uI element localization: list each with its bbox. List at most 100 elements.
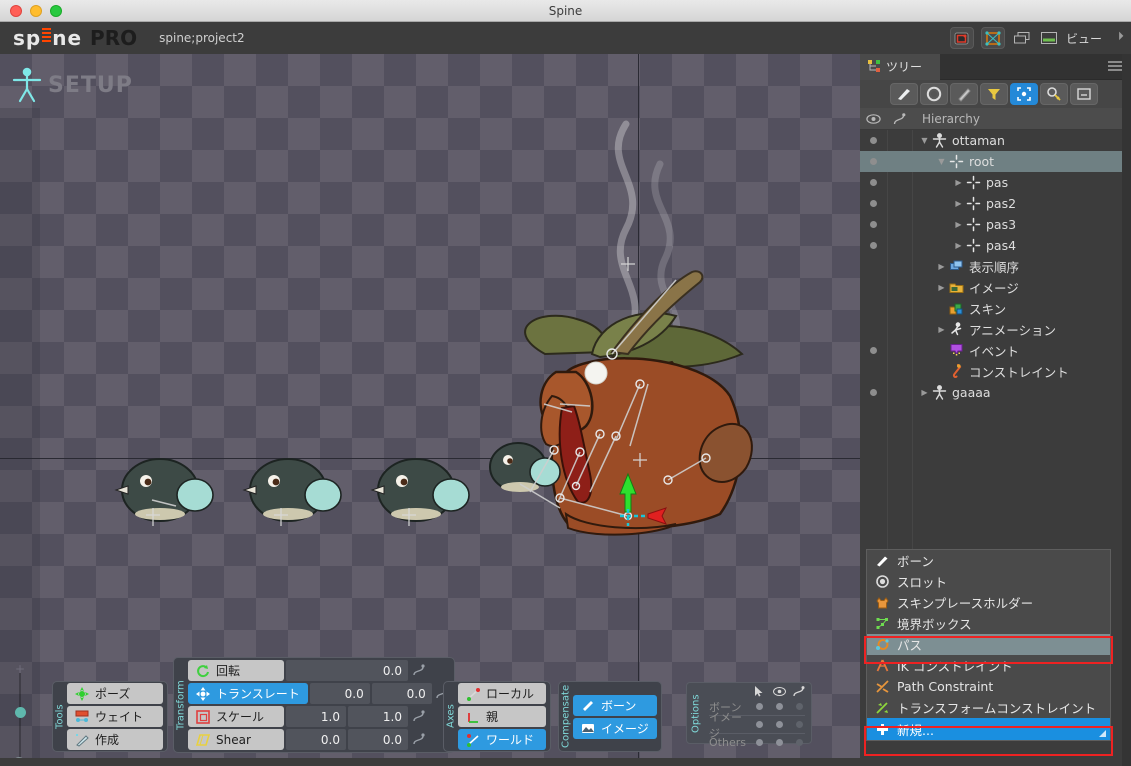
view-menu-label[interactable]: ビュー xyxy=(1066,30,1102,47)
axes-parent-button[interactable]: 親 xyxy=(458,706,546,727)
options-others-visible-dot[interactable] xyxy=(769,739,789,746)
tree-row-pas[interactable]: ▶ pas xyxy=(860,172,1131,193)
translate-button[interactable]: トランスレート xyxy=(188,683,308,704)
tree-row-ottaman[interactable]: ▼ ottaman xyxy=(860,130,1131,151)
tree-row-visibility-toggle[interactable] xyxy=(860,137,887,144)
menu-item-skin-placeholder[interactable]: スキンプレースホルダー xyxy=(867,592,1110,613)
chevron-right-icon[interactable]: ▶ xyxy=(935,283,948,292)
panel-toggle-button[interactable] xyxy=(1070,83,1098,105)
shear-x-field[interactable]: 0.0 xyxy=(286,729,346,750)
close-button[interactable] xyxy=(10,5,22,17)
chevron-down-icon[interactable]: ▼ xyxy=(918,136,931,145)
chevron-down-icon[interactable] xyxy=(1110,31,1124,45)
tree-row-visibility-toggle[interactable] xyxy=(860,200,887,207)
tree-row-イメージ[interactable]: ▶ イメージ xyxy=(860,277,1131,298)
tree-row-pas2[interactable]: ▶ pas2 xyxy=(860,193,1131,214)
menu-item-bone[interactable]: ボーン xyxy=(867,550,1110,571)
zoom-slider-track[interactable] xyxy=(19,673,21,766)
maximize-button[interactable] xyxy=(50,5,62,17)
rotate-link-icon[interactable] xyxy=(410,664,426,677)
shear-y-field[interactable]: 0.0 xyxy=(348,729,408,750)
chevron-right-icon[interactable]: ▶ xyxy=(952,178,965,187)
tree-row-visibility-toggle[interactable] xyxy=(860,347,887,354)
axes-world-button[interactable]: ワールド xyxy=(458,729,546,750)
options-bone-link-dot[interactable] xyxy=(789,703,809,710)
tree-row-visibility-toggle[interactable] xyxy=(860,389,887,396)
tree-row-root[interactable]: ▼ root xyxy=(860,151,1131,172)
chevron-right-icon[interactable]: ▶ xyxy=(952,199,965,208)
tree-row-gaaaa[interactable]: ▶ gaaaa xyxy=(860,382,1131,403)
scale-link-icon[interactable] xyxy=(410,710,426,723)
chevron-right-icon[interactable]: ▶ xyxy=(935,262,948,271)
tree-row-表示順序[interactable]: ▶ 表示順序 xyxy=(860,256,1131,277)
chevron-right-icon[interactable]: ▶ xyxy=(935,325,948,334)
panel-menu-button[interactable] xyxy=(1108,61,1122,72)
menu-item-path-constraint[interactable]: Path Constraint xyxy=(867,676,1110,697)
pencil-tool-button[interactable] xyxy=(950,83,978,105)
scale-x-field[interactable]: 1.0 xyxy=(286,706,346,727)
translate-x-field[interactable]: 0.0 xyxy=(309,683,370,704)
options-bone-visible-dot[interactable] xyxy=(769,703,789,710)
tree-row-コンストレイント[interactable]: コンストレイント xyxy=(860,361,1131,382)
chevron-right-icon[interactable]: ▶ xyxy=(918,388,931,397)
tree-row-スキン[interactable]: スキン xyxy=(860,298,1131,319)
zoom-slider-handle[interactable] xyxy=(15,707,26,718)
layers-button[interactable] xyxy=(1012,28,1032,48)
options-row-others[interactable]: Others xyxy=(705,734,809,751)
options-image-select-dot[interactable] xyxy=(749,721,769,728)
chevron-down-icon[interactable]: ▼ xyxy=(935,157,948,166)
menu-item-bounding-box[interactable]: 境界ボックス xyxy=(867,613,1110,634)
preview-button[interactable] xyxy=(980,27,1005,49)
chevron-right-icon[interactable]: ▶ xyxy=(952,220,965,229)
scale-button[interactable]: スケール xyxy=(188,706,284,727)
shear-link-icon[interactable] xyxy=(410,733,426,746)
column-link-icon[interactable] xyxy=(887,112,912,125)
minimize-button[interactable] xyxy=(30,5,42,17)
tree-row-visibility-toggle[interactable] xyxy=(860,221,887,228)
tree-row-イベント[interactable]: イベント xyxy=(860,340,1131,361)
tree-row-pas3[interactable]: ▶ pas3 xyxy=(860,214,1131,235)
search-key-button[interactable] xyxy=(1040,83,1068,105)
options-image-link-dot[interactable] xyxy=(789,721,809,728)
axes-local-button[interactable]: ローカル xyxy=(458,683,546,704)
chevron-right-icon[interactable]: ▶ xyxy=(952,241,965,250)
tree-row-アニメーション[interactable]: ▶ アニメーション xyxy=(860,319,1131,340)
tree-row-pas4[interactable]: ▶ pas4 xyxy=(860,235,1131,256)
select-frame-button[interactable] xyxy=(1010,83,1038,105)
options-others-link-dot[interactable] xyxy=(789,739,809,746)
shear-button[interactable]: Shear xyxy=(188,729,284,750)
tree-list[interactable]: ▼ ottaman ▼ root ▶ pas ▶ pas2 ▶ pas3 ▶ pas4 ▶ 表示順序 ▶ イメ… xyxy=(860,130,1131,600)
tree-row-visibility-toggle[interactable] xyxy=(860,158,887,165)
spine-logo[interactable]: sp ne PRO xyxy=(13,26,137,50)
menu-item-transform-constraint[interactable]: トランスフォームコンストレイント xyxy=(867,697,1110,718)
menu-item-path[interactable]: パス xyxy=(867,634,1110,655)
options-row-image[interactable]: イメージ xyxy=(705,711,809,740)
views-button[interactable] xyxy=(1039,28,1059,48)
tab-tree[interactable]: ツリー xyxy=(860,53,940,80)
translate-y-field[interactable]: 0.0 xyxy=(371,683,432,704)
resize-corner-icon[interactable] xyxy=(1099,730,1106,737)
window-controls[interactable] xyxy=(10,5,62,17)
zoom-slider[interactable]: + – xyxy=(14,662,26,766)
circle-tool-button[interactable] xyxy=(920,83,948,105)
weights-tool-button[interactable]: ウェイト xyxy=(67,706,163,727)
compensate-bone-button[interactable]: ボーン xyxy=(573,694,657,716)
options-bone-select-dot[interactable] xyxy=(749,703,769,710)
menu-item-ik-constraint[interactable]: IK コンストレイント xyxy=(867,655,1110,676)
column-visibility-icon[interactable] xyxy=(860,113,887,124)
compensate-image-button[interactable]: イメージ xyxy=(573,717,657,739)
options-others-select-dot[interactable] xyxy=(749,739,769,746)
pose-tool-button[interactable]: ポーズ xyxy=(67,683,163,704)
tree-row-visibility-toggle[interactable] xyxy=(860,242,887,249)
new-button[interactable]: 新規... xyxy=(867,718,1110,740)
scale-y-field[interactable]: 1.0 xyxy=(348,706,408,727)
create-tool-button[interactable]: 作成 xyxy=(67,729,163,750)
brush-tool-button[interactable] xyxy=(890,83,918,105)
screenshot-button[interactable] xyxy=(949,27,974,49)
filter-button[interactable] xyxy=(980,83,1008,105)
options-image-visible-dot[interactable] xyxy=(769,721,789,728)
rotate-value-field[interactable]: 0.0 xyxy=(286,660,408,681)
menu-item-slot[interactable]: スロット xyxy=(867,571,1110,592)
rotate-button[interactable]: 回転 xyxy=(188,660,284,681)
new-object-context-menu[interactable]: ボーン スロット スキンプレースホルダー 境界ボックス パス IK コンストレイント Pat… xyxy=(866,549,1111,741)
